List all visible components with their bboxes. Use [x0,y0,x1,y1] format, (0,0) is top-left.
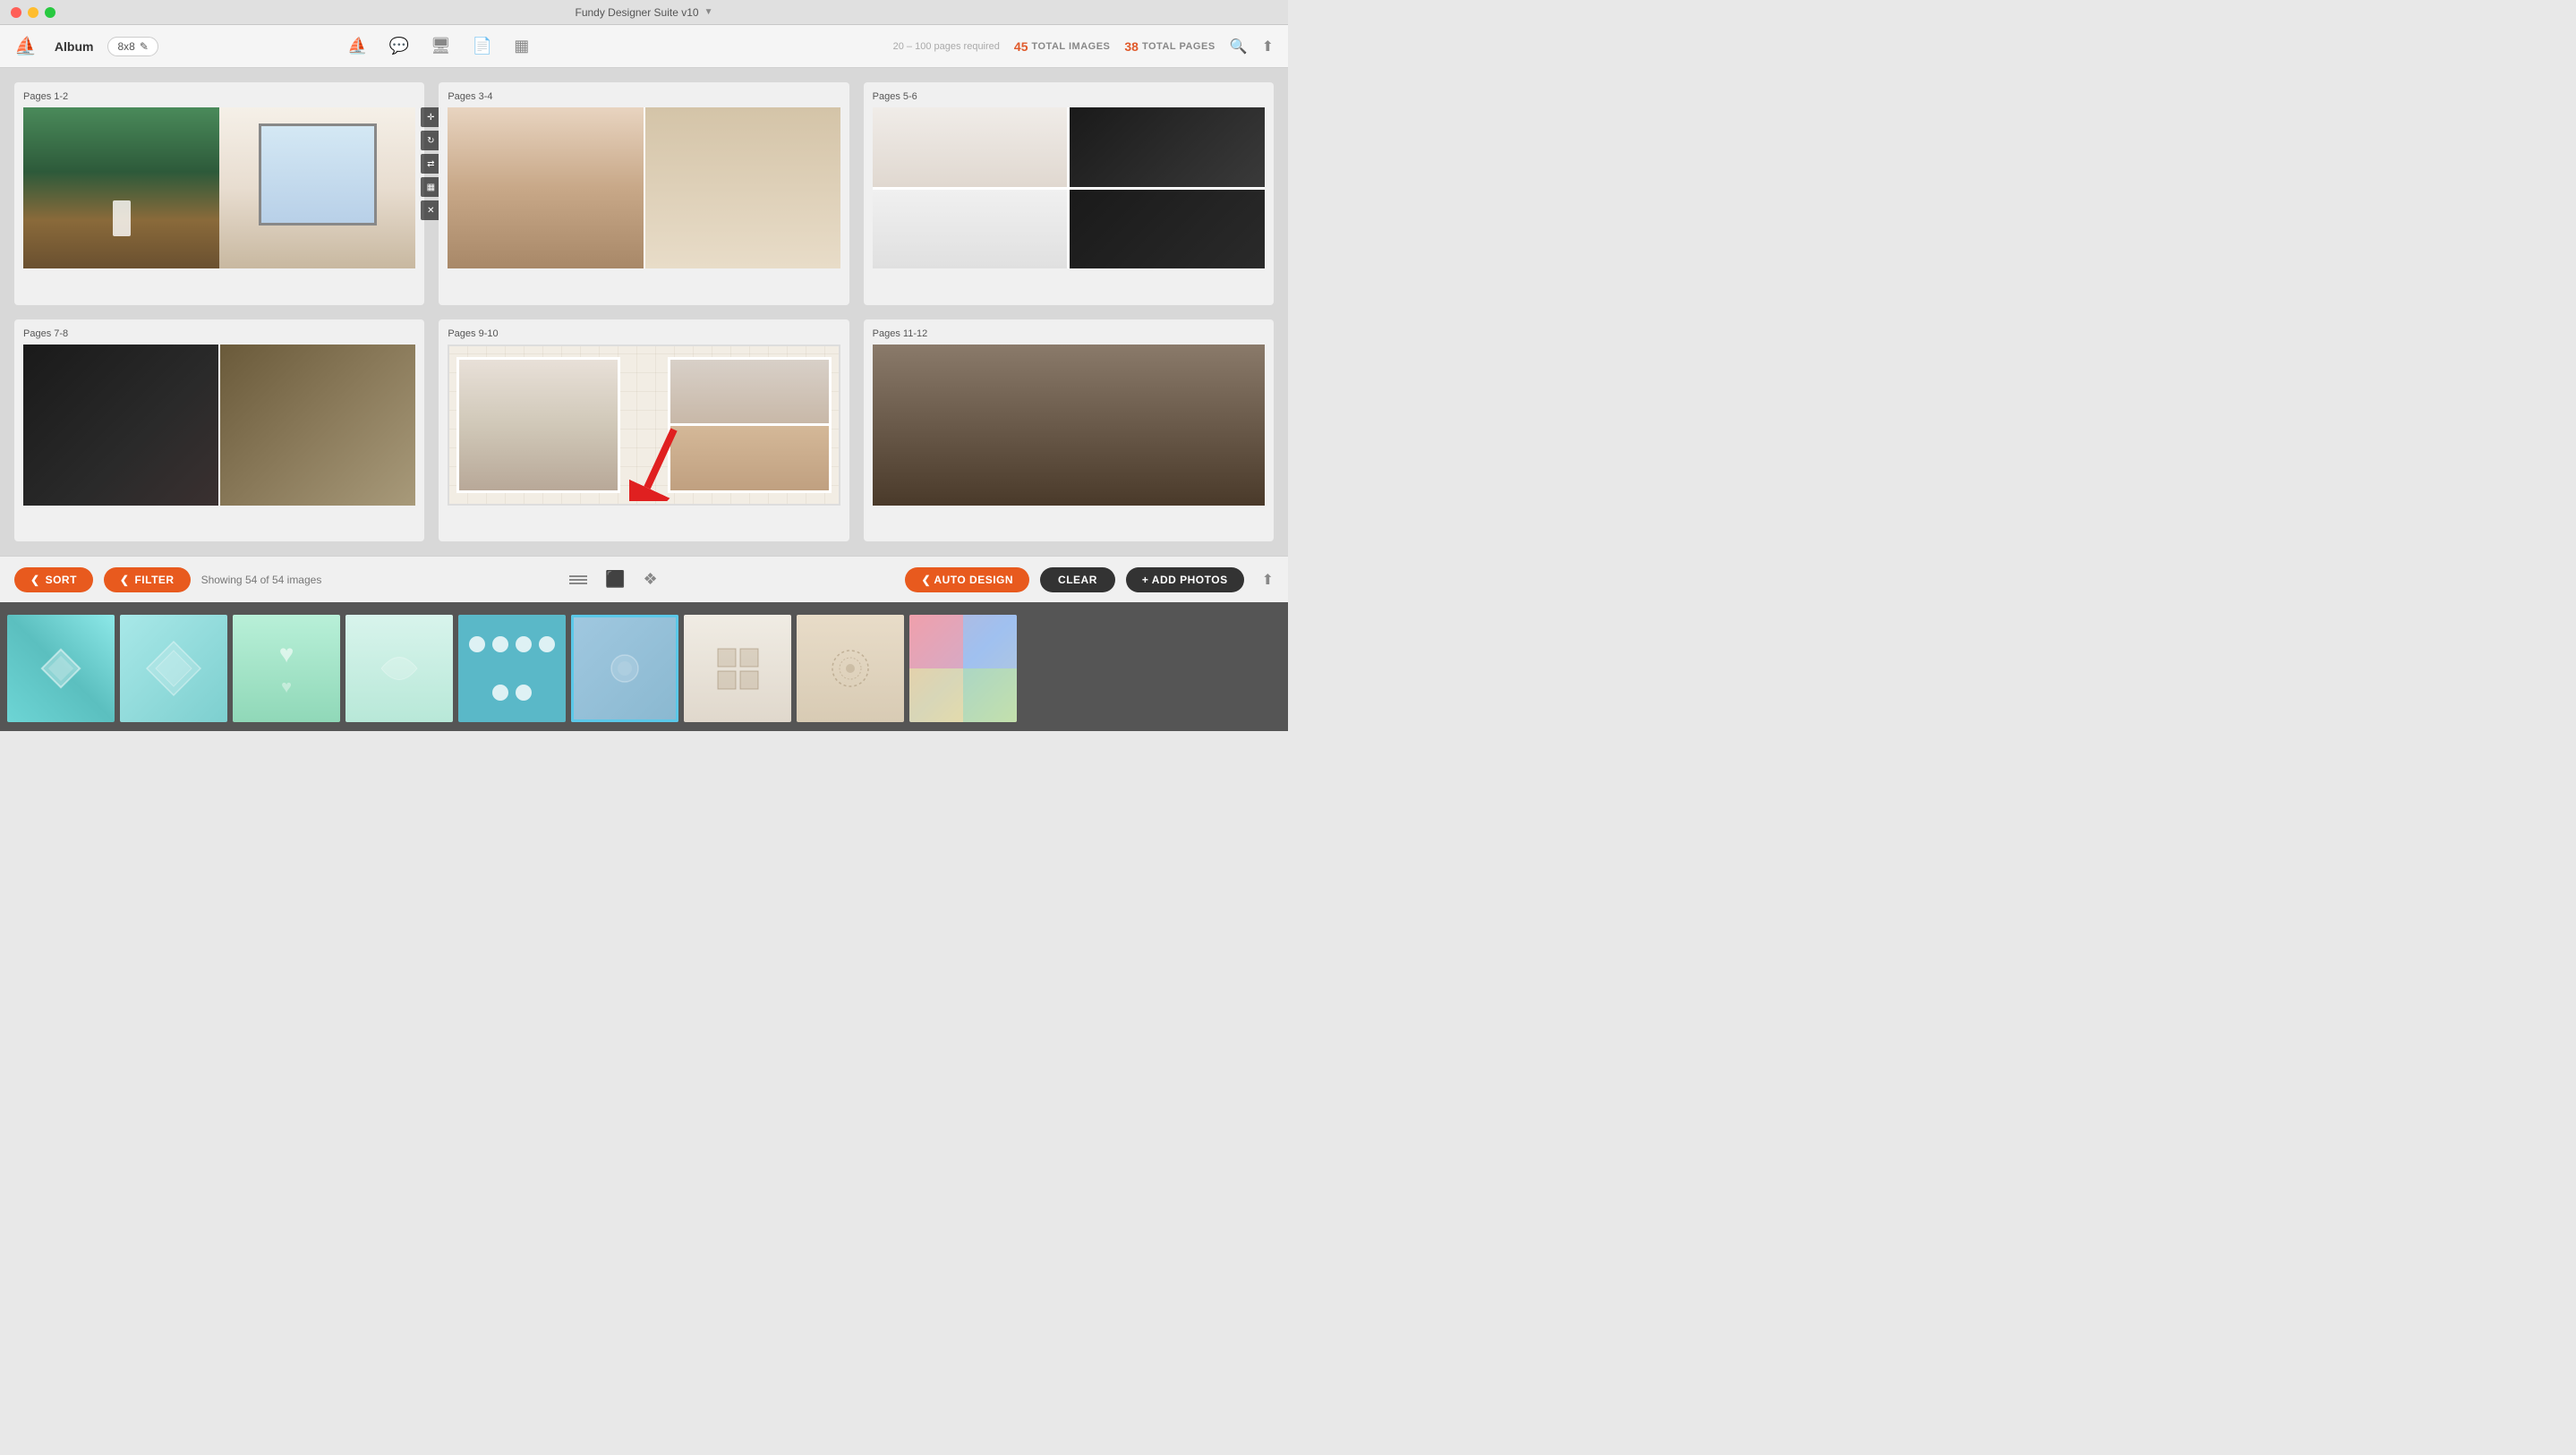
filter-button[interactable]: ❮ FILTER [104,567,191,592]
grid-icon[interactable]: ▦ [514,37,529,55]
clear-button[interactable]: CLEAR [1040,567,1115,592]
total-pages-stat: 38 TOTAL PAGES [1124,39,1215,54]
total-pages-number: 38 [1124,39,1139,54]
center-view-icons: ⬛ ❖ [569,570,658,589]
strip-view-icon[interactable] [569,575,587,584]
thumbnail-image [120,615,227,722]
spread-1-2-canvas[interactable] [23,107,415,268]
spread-tools: ✛ ↻ ⇄ ▦ ✕ [421,107,440,220]
total-images-stat: 45 TOTAL IMAGES [1014,39,1110,54]
chat-icon[interactable]: 💬 [389,37,409,55]
traffic-lights [11,7,55,18]
size-selector[interactable]: 8x8 ✎ [107,37,158,56]
edit-icon: ✎ [140,40,149,53]
expand-icon[interactable]: ⬆ [1262,571,1274,589]
swap-tool[interactable]: ⇄ [421,154,440,174]
size-value: 8x8 [117,40,134,53]
spread-3-4-canvas[interactable] [448,107,840,268]
thumbnail-image [909,615,1017,722]
total-images-label: TOTAL IMAGES [1031,41,1110,52]
close-button[interactable] [11,7,21,18]
spread-9-10: Pages 9-10 [439,319,849,542]
close-tool[interactable]: ✕ [421,200,440,220]
list-item[interactable] [571,615,678,722]
spreads-grid: Pages 1-2 ✛ ↻ ⇄ ▦ ✕ [0,68,1288,556]
showing-text: Showing 54 of 54 images [201,574,322,586]
sort-label: SORT [46,574,77,586]
spread-11-12-label: Pages 11-12 [873,328,1265,339]
export-icon[interactable]: ⬆ [1262,38,1274,55]
title-dropdown-icon: ▼ [704,7,713,17]
spread-11-12: Pages 11-12 [864,319,1274,542]
list-item[interactable] [797,615,904,722]
auto-design-label: ❮ AUTO DESIGN [921,574,1013,586]
thumbnail-image [345,615,453,722]
app-logo-icon: ⛵ [14,35,37,57]
sort-button[interactable]: ❮ SORT [14,567,93,592]
pages-required-text: 20 – 100 pages required [893,41,1000,52]
total-images-number: 45 [1014,39,1028,54]
spread-9-10-label: Pages 9-10 [448,328,840,339]
grid-view-icon[interactable]: ⬛ [605,570,625,589]
bottom-toolbar: ❮ SORT ❮ FILTER Showing 54 of 54 images … [0,556,1288,602]
spread-1-2-label: Pages 1-2 [23,91,415,102]
slideshow-icon[interactable]: 🖥 [431,37,451,55]
toolbar-center-icons: ⛵ 💬 🖥 📄 ▦ [347,37,529,55]
overlay-icon[interactable]: ❖ [644,570,658,589]
fullscreen-button[interactable] [45,7,55,18]
list-item[interactable] [458,615,566,722]
spread-7-8-canvas[interactable] [23,345,415,506]
total-pages-label: TOTAL PAGES [1142,41,1215,52]
spread-3-4-label: Pages 3-4 [448,91,840,102]
add-photos-label: + ADD PHOTOS [1142,574,1228,586]
main-toolbar: ⛵ Album 8x8 ✎ ⛵ 💬 🖥 📄 ▦ 20 – 100 pages r… [0,25,1288,68]
list-item[interactable] [684,615,791,722]
clear-label: CLEAR [1058,574,1097,586]
thumbnail-image [797,615,904,722]
list-item[interactable] [345,615,453,722]
thumbnail-image [7,615,115,722]
spread-3-4: Pages 3-4 [439,82,849,305]
add-photos-button[interactable]: + ADD PHOTOS [1126,567,1244,592]
filter-left-arrow: ❮ [120,574,130,586]
thumbnail-image: ♥ ♥ [233,615,340,722]
photo-strip[interactable]: ♥ ♥ [0,606,1288,731]
spread-9-10-canvas[interactable] [448,345,840,506]
window-title: Fundy Designer Suite v10 [576,6,699,19]
spread-7-8-label: Pages 7-8 [23,328,415,339]
titlebar: Fundy Designer Suite v10 ▼ [0,0,1288,25]
rotate-tool[interactable]: ↻ [421,131,440,150]
list-item[interactable] [909,615,1017,722]
spread-5-6: Pages 5-6 View [864,82,1274,305]
spread-11-12-canvas[interactable] [873,345,1265,506]
search-icon[interactable]: 🔍 [1230,38,1248,55]
auto-design-button[interactable]: ❮ AUTO DESIGN [905,567,1029,592]
spread-7-8: Pages 7-8 [14,319,424,542]
album-view-icon[interactable]: ⛵ [347,37,367,55]
thumbnail-image [684,615,791,722]
list-item[interactable] [7,615,115,722]
move-tool[interactable]: ✛ [421,107,440,127]
filter-label: FILTER [134,574,174,586]
album-label: Album [55,39,94,54]
spread-5-6-label: Pages 5-6 [873,91,1265,102]
minimize-button[interactable] [28,7,38,18]
spread-5-6-canvas[interactable]: View [873,107,1265,268]
thumbnail-image [458,615,566,722]
thumbnail-image [571,615,678,722]
grid-tool[interactable]: ▦ [421,177,440,197]
spread-1-2: Pages 1-2 ✛ ↻ ⇄ ▦ ✕ [14,82,424,305]
list-item[interactable]: ♥ ♥ [233,615,340,722]
sort-left-arrow: ❮ [30,574,40,586]
toolbar-right: 20 – 100 pages required 45 TOTAL IMAGES … [893,38,1274,55]
list-item[interactable] [120,615,227,722]
pages-icon[interactable]: 📄 [473,37,492,55]
